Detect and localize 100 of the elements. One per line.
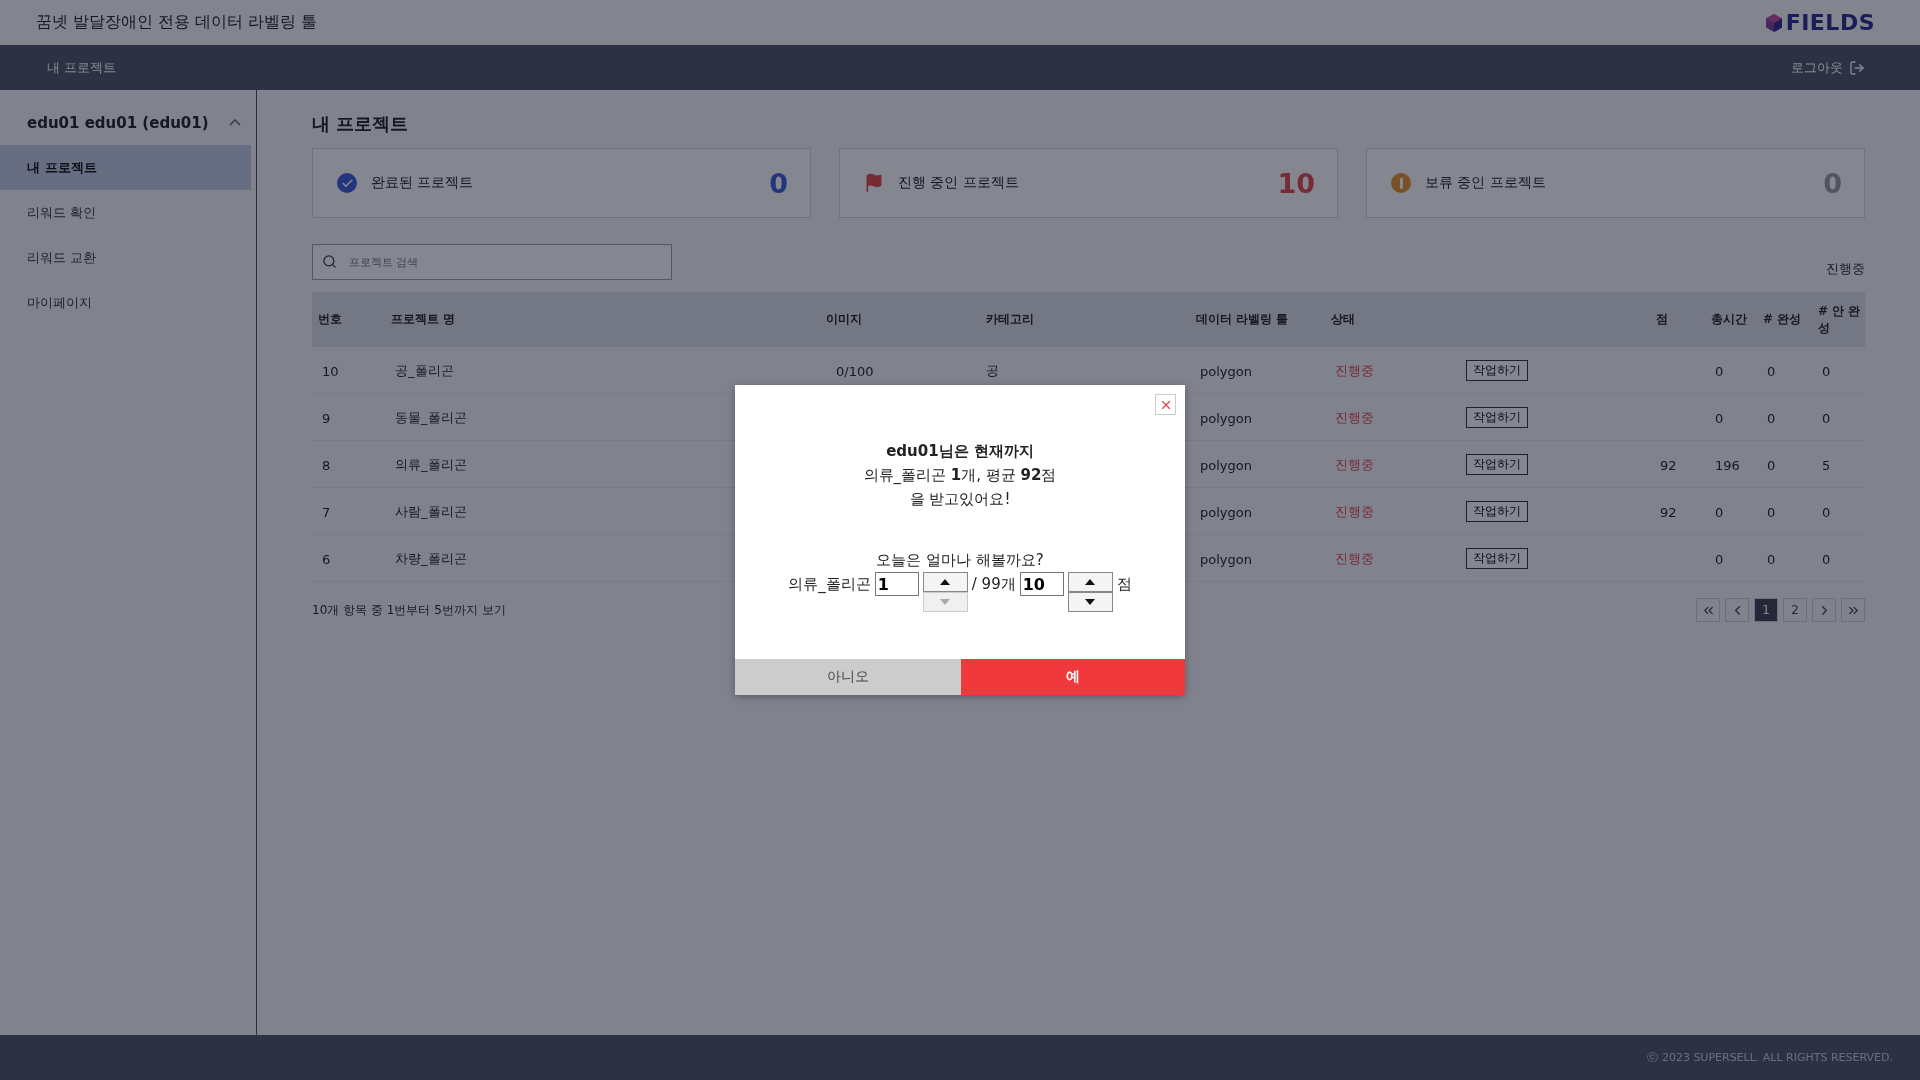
- chevron-up-icon: [229, 119, 241, 126]
- table-cell-text: 0: [1714, 551, 1724, 567]
- table-cell-text: polygon: [1199, 504, 1252, 520]
- table-cell-text: 진행중: [1334, 409, 1374, 427]
- search-field[interactable]: 프로젝트 검색: [312, 244, 672, 280]
- column-header: 번호: [317, 311, 343, 328]
- user-menu-toggle[interactable]: edu01 edu01 (edu01): [0, 100, 256, 145]
- table-info: 10개 항목 중 1번부터 5번까지 보기: [312, 601, 506, 619]
- table-cell-text: 의류_폴리곤: [394, 456, 467, 474]
- table-cell-text: 0: [1766, 457, 1776, 473]
- modal-message: edu01님은 현재까지: [886, 441, 1034, 462]
- column-header: 카테고리: [985, 311, 1035, 328]
- table-cell-text: 0: [1766, 504, 1776, 520]
- table-cell-text: 0: [1821, 551, 1831, 567]
- card-count: 0: [769, 167, 788, 199]
- next-page-button[interactable]: [1812, 598, 1836, 622]
- table-cell-text: 0: [1821, 504, 1831, 520]
- sidebar-item[interactable]: 내 프로젝트: [0, 145, 251, 190]
- table-cell-text: 사람_폴리곤: [394, 503, 467, 521]
- table-cell-text: 8: [321, 457, 331, 473]
- flag-icon: [864, 173, 884, 193]
- sidebar-item[interactable]: 마이페이지: [0, 280, 251, 325]
- column-header: 이미지: [825, 311, 863, 328]
- table-cell-text: 0: [1766, 363, 1776, 379]
- table-cell-text: 0: [1714, 410, 1724, 426]
- column-header: 프로젝트 명: [390, 311, 457, 328]
- cancel-button[interactable]: 아니오: [735, 659, 961, 695]
- column-header: # 완성: [1762, 311, 1803, 328]
- table-cell-text: 진행중: [1334, 503, 1374, 521]
- page-button[interactable]: 2: [1783, 598, 1807, 622]
- number-input[interactable]: 10: [1019, 572, 1064, 596]
- page-button[interactable]: 1: [1754, 598, 1778, 622]
- table-cell-text: 5: [1821, 457, 1831, 473]
- increment-button[interactable]: [1067, 572, 1113, 592]
- column-header: 데이터 라벨링 툴: [1195, 311, 1290, 328]
- logout-icon: [1849, 59, 1865, 76]
- column-header: 총시간: [1710, 311, 1748, 328]
- card-label: 진행 중인 프로젝트: [898, 174, 1019, 192]
- modal-message: 의류_폴리곤 1개, 평균 92점: [863, 465, 1057, 486]
- table-cell-text: 진행중: [1334, 362, 1374, 380]
- table-cell-text: 0: [1714, 504, 1724, 520]
- confirm-button[interactable]: 예: [961, 659, 1185, 695]
- table-cell-text: 공: [985, 362, 999, 380]
- close-button[interactable]: [1155, 394, 1176, 415]
- logout-button[interactable]: 로그아웃: [1791, 58, 1865, 77]
- start-work-button[interactable]: 작업하기: [1466, 454, 1528, 475]
- column-header: 상태: [1330, 311, 1356, 328]
- modal-question: 오늘은 얼마나 해볼까요?: [876, 551, 1044, 570]
- sidebar-item[interactable]: 리워드 확인: [0, 190, 251, 235]
- table-cell-text: 7: [321, 504, 331, 520]
- page-title: 내 프로젝트: [312, 112, 410, 136]
- table-cell-text: 0/100: [835, 363, 874, 379]
- table-cell-text: 0: [1821, 363, 1831, 379]
- number-input[interactable]: 1: [874, 572, 919, 596]
- table-cell-text: 10: [321, 363, 339, 379]
- table-cell-text: 0: [1766, 551, 1776, 567]
- table-cell-text: 진행중: [1334, 550, 1374, 568]
- table-cell-text: polygon: [1199, 363, 1252, 379]
- last-page-button[interactable]: [1841, 598, 1865, 622]
- status-filter[interactable]: 진행중: [1826, 260, 1865, 278]
- triangle-down-icon: [1085, 599, 1096, 605]
- table-cell-text: 0: [1821, 410, 1831, 426]
- check-circle-icon: [337, 173, 357, 193]
- card-count: 10: [1277, 167, 1315, 199]
- first-page-button[interactable]: [1696, 598, 1720, 622]
- increment-button[interactable]: [922, 572, 968, 592]
- triangle-up-icon: [1085, 579, 1096, 585]
- table-cell-text: 진행중: [1334, 456, 1374, 474]
- previous-page-button[interactable]: [1725, 598, 1749, 622]
- column-header: # 안 완성: [1817, 302, 1862, 337]
- table-cell-text: 6: [321, 551, 331, 567]
- triangle-up-icon: [940, 579, 951, 585]
- table-cell-text: 0: [1766, 410, 1776, 426]
- app-title: 꿈넷 발달장애인 전용 데이터 라벨링 툴: [36, 12, 318, 33]
- table-cell-text: 9: [321, 410, 331, 426]
- start-work-button[interactable]: 작업하기: [1466, 501, 1528, 522]
- start-work-button[interactable]: 작업하기: [1466, 360, 1528, 381]
- start-work-button[interactable]: 작업하기: [1466, 407, 1528, 428]
- card-label: 보류 중인 프로젝트: [1425, 174, 1546, 192]
- unit-label: 점: [1116, 574, 1132, 595]
- copyright-text: ⓒ 2023 SUPERSELL. ALL RIGHTS RESERVED.: [1647, 1050, 1893, 1065]
- triangle-down-icon: [940, 599, 951, 605]
- start-work-button[interactable]: 작업하기: [1466, 548, 1528, 569]
- table-cell-text: 차량_폴리곤: [394, 550, 467, 568]
- table-cell-text: 동물_폴리곤: [394, 409, 467, 427]
- logo-text: FIELDS: [1785, 10, 1875, 35]
- decrement-button[interactable]: [1067, 592, 1113, 612]
- sidebar-item[interactable]: 리워드 교환: [0, 235, 251, 280]
- modal-message: 을 받고있어요!: [909, 489, 1011, 510]
- table-cell-text: 196: [1714, 457, 1740, 473]
- column-header: 점: [1655, 311, 1669, 328]
- table-cell-text: 공_폴리곤: [394, 362, 454, 380]
- project-name: 의류_폴리곤: [788, 574, 871, 595]
- table-cell-text: polygon: [1199, 551, 1252, 567]
- cube-logo-icon: [1765, 13, 1782, 32]
- table-cell-text: 92: [1659, 457, 1677, 473]
- breadcrumb: 내 프로젝트: [47, 58, 117, 77]
- table-cell-text: 0: [1714, 363, 1724, 379]
- exclamation-icon: [1391, 173, 1411, 193]
- total-count: / 99개: [971, 574, 1016, 595]
